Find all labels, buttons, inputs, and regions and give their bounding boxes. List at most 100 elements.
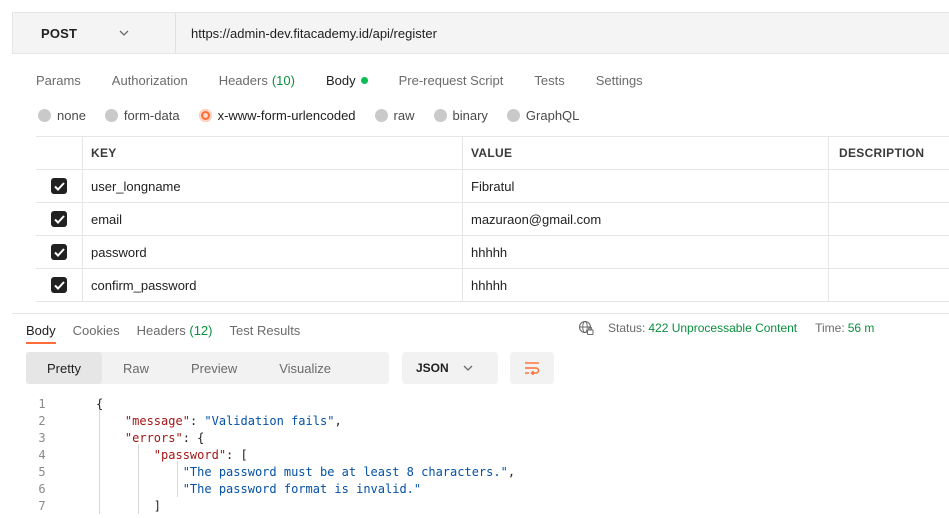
code-line: 6 "The password format is invalid." <box>26 481 515 498</box>
checkbox[interactable] <box>51 211 67 227</box>
param-description[interactable] <box>829 170 949 202</box>
code-line: 4 "password": [ <box>26 447 515 464</box>
table-row: user_longname Fibratul <box>36 170 949 203</box>
request-tabs: Params Authorization Headers (10) Body Pr… <box>36 71 674 89</box>
params-table: KEY VALUE DESCRIPTION user_longname Fibr… <box>36 136 949 302</box>
response-tab-body[interactable]: Body <box>26 323 56 344</box>
table-row: confirm_password hhhhh <box>36 269 949 302</box>
view-pretty-button[interactable]: Pretty <box>26 352 102 384</box>
column-header-key: KEY <box>83 137 463 169</box>
param-value[interactable]: Fibratul <box>463 170 829 202</box>
param-key[interactable]: email <box>83 203 463 235</box>
code-line: 1 { <box>26 396 515 413</box>
response-tab-test-results[interactable]: Test Results <box>230 323 301 338</box>
radio-icon <box>506 108 520 122</box>
code-line: 3 "errors": { <box>26 430 515 447</box>
code-line: 5 "The password must be at least 8 chara… <box>26 464 515 481</box>
radio-form-data[interactable]: form-data <box>104 108 180 123</box>
globe-lock-icon[interactable] <box>578 320 594 336</box>
checkbox[interactable] <box>51 178 67 194</box>
radio-icon <box>104 108 118 122</box>
tab-params[interactable]: Params <box>36 73 81 88</box>
body-indicator-dot <box>360 76 368 84</box>
view-mode-toolbar: Pretty Raw Preview Visualize <box>26 352 389 384</box>
param-value[interactable]: mazuraon@gmail.com <box>463 203 829 235</box>
view-visualize-button[interactable]: Visualize <box>258 352 352 384</box>
format-select[interactable]: JSON <box>402 352 498 384</box>
tab-pre-request-script[interactable]: Pre-request Script <box>399 73 504 88</box>
param-description[interactable] <box>829 236 949 268</box>
status-label: Status: <box>608 321 646 335</box>
radio-binary[interactable]: binary <box>433 108 488 123</box>
code-text: "password": [ <box>153 448 248 462</box>
checkbox[interactable] <box>51 244 67 260</box>
param-key[interactable]: password <box>83 236 463 268</box>
radio-raw[interactable]: raw <box>374 108 415 123</box>
param-value[interactable]: hhhhh <box>463 269 829 301</box>
tab-headers[interactable]: Headers (10) <box>219 73 295 88</box>
code-text: "The password format is invalid." <box>182 482 422 496</box>
param-key[interactable]: user_longname <box>83 170 463 202</box>
code-text: "errors": { <box>124 431 205 445</box>
line-number: 1 <box>38 397 46 411</box>
status-value[interactable]: 422 Unprocessable Content <box>648 321 797 335</box>
checkbox[interactable] <box>51 277 67 293</box>
tab-settings[interactable]: Settings <box>596 73 643 88</box>
method-select[interactable]: POST <box>13 13 176 53</box>
table-header-row: KEY VALUE DESCRIPTION <box>36 137 949 170</box>
param-key[interactable]: confirm_password <box>83 269 463 301</box>
radio-x-www-form-urlencoded[interactable]: x-www-form-urlencoded <box>198 108 356 123</box>
line-number: 7 <box>38 499 46 513</box>
code-line: 7 ] <box>26 498 515 515</box>
radio-graphql[interactable]: GraphQL <box>506 108 579 123</box>
response-tabs: Body Cookies Headers (12) Test Results <box>26 321 317 344</box>
headers-count: (10) <box>271 72 295 88</box>
line-number: 6 <box>38 482 46 496</box>
wrap-lines-icon <box>525 362 540 375</box>
response-tab-cookies[interactable]: Cookies <box>73 323 120 338</box>
param-value[interactable]: hhhhh <box>463 236 829 268</box>
radio-icon <box>433 108 447 122</box>
code-text: "message": "Validation fails", <box>124 414 342 428</box>
wrap-lines-button[interactable] <box>510 352 554 384</box>
response-divider[interactable] <box>12 313 949 314</box>
check-icon <box>53 247 65 257</box>
chevron-down-icon <box>463 365 473 371</box>
line-number: 3 <box>38 431 46 445</box>
param-description[interactable] <box>829 269 949 301</box>
radio-none[interactable]: none <box>38 108 86 123</box>
request-url-bar: POST https://admin-dev.fitacademy.id/api… <box>12 12 949 54</box>
url-input[interactable]: https://admin-dev.fitacademy.id/api/regi… <box>176 26 437 41</box>
line-number: 4 <box>38 448 46 462</box>
tab-tests[interactable]: Tests <box>534 73 564 88</box>
check-icon <box>53 280 65 290</box>
method-label: POST <box>41 25 78 41</box>
time-label: Time: <box>815 321 845 335</box>
radio-selected-icon <box>198 108 212 122</box>
view-raw-button[interactable]: Raw <box>102 352 170 384</box>
radio-icon <box>374 108 388 122</box>
time-value[interactable]: 56 m <box>848 321 875 335</box>
format-label: JSON <box>416 361 449 375</box>
radio-icon <box>38 108 51 122</box>
table-row: password hhhhh <box>36 236 949 269</box>
line-number: 5 <box>38 465 46 479</box>
response-code-view[interactable]: 1 { 2 "message": "Validation fails", 3 "… <box>26 396 515 515</box>
line-number: 2 <box>38 414 46 428</box>
tab-authorization[interactable]: Authorization <box>112 73 188 88</box>
check-icon <box>53 214 65 224</box>
param-description[interactable] <box>829 203 949 235</box>
table-row: email mazuraon@gmail.com <box>36 203 949 236</box>
response-status-area: Status: 422 Unprocessable Content Time: … <box>578 320 874 336</box>
code-text: { <box>96 397 104 411</box>
code-text: ] <box>96 499 162 513</box>
code-text: "The password must be at least 8 charact… <box>182 465 516 479</box>
column-header-description: DESCRIPTION <box>839 146 925 160</box>
view-preview-button[interactable]: Preview <box>170 352 258 384</box>
column-header-value: VALUE <box>463 137 829 169</box>
code-line: 2 "message": "Validation fails", <box>26 413 515 430</box>
tab-body[interactable]: Body <box>326 73 368 88</box>
response-tab-headers[interactable]: Headers (12) <box>137 323 213 338</box>
check-icon <box>53 181 65 191</box>
response-headers-count: (12) <box>189 322 213 338</box>
